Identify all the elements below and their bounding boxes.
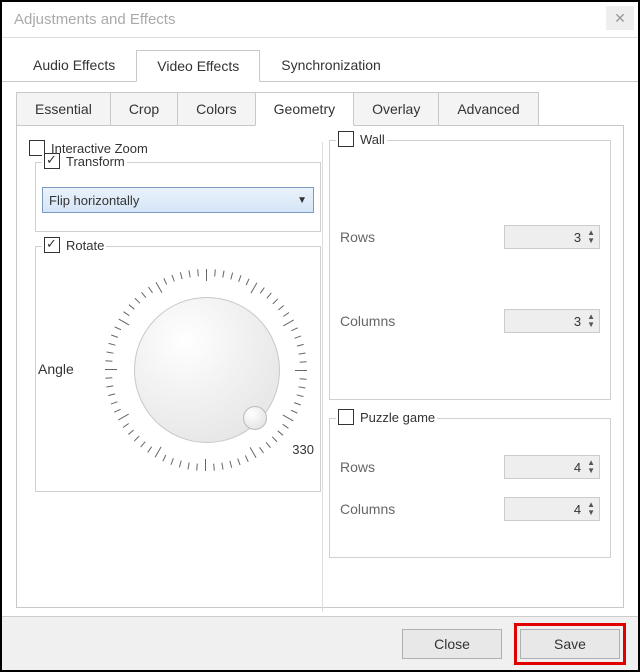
puzzle-checkbox[interactable]: [338, 409, 354, 425]
transform-selected: Flip horizontally: [49, 193, 139, 208]
tab-geometry[interactable]: Geometry: [255, 92, 354, 126]
wall-rows-label: Rows: [340, 229, 375, 245]
transform-group: Transform Flip horizontally ▼: [35, 162, 321, 232]
puzzle-rows-label: Rows: [340, 459, 375, 475]
tab-crop[interactable]: Crop: [110, 92, 178, 125]
window-close-button[interactable]: ✕: [606, 6, 634, 30]
spinner-down-icon: ▼: [587, 509, 595, 517]
sub-tabs: Essential Crop Colors Geometry Overlay A…: [16, 92, 624, 126]
wall-label: Wall: [360, 132, 385, 147]
puzzle-label: Puzzle game: [360, 410, 435, 425]
rotate-dial[interactable]: 330: [102, 265, 312, 475]
angle-label: Angle: [38, 361, 74, 377]
tab-video-effects[interactable]: Video Effects: [136, 50, 260, 82]
puzzle-group: Puzzle game Rows 4 ▲▼ Columns 4 ▲▼: [329, 418, 611, 558]
chevron-down-icon: ▼: [297, 195, 307, 206]
rotate-checkbox[interactable]: [44, 237, 60, 253]
tab-colors[interactable]: Colors: [177, 92, 255, 125]
wall-group: Wall Rows 3 ▲▼ Columns 3 ▲▼: [329, 140, 611, 400]
tab-advanced[interactable]: Advanced: [438, 92, 538, 125]
wall-rows-spinner[interactable]: 3 ▲▼: [504, 225, 600, 249]
titlebar: Adjustments and Effects ✕: [2, 2, 638, 38]
save-button[interactable]: Save: [520, 629, 620, 659]
spinner-down-icon: ▼: [587, 321, 595, 329]
close-button[interactable]: Close: [402, 629, 502, 659]
puzzle-rows-spinner[interactable]: 4 ▲▼: [504, 455, 600, 479]
rotate-group: Rotate Angle 330: [35, 246, 321, 492]
tab-audio-effects[interactable]: Audio Effects: [12, 49, 136, 81]
tab-overlay[interactable]: Overlay: [353, 92, 439, 125]
tab-synchronization[interactable]: Synchronization: [260, 49, 402, 81]
tab-essential[interactable]: Essential: [16, 92, 111, 125]
rotate-value-label: 330: [292, 442, 314, 457]
puzzle-rows-value: 4: [574, 460, 581, 475]
window-title: Adjustments and Effects: [14, 11, 175, 28]
vertical-separator: [322, 142, 323, 612]
wall-rows-value: 3: [574, 230, 581, 245]
rotate-label: Rotate: [66, 238, 104, 253]
main-tabs: Audio Effects Video Effects Synchronizat…: [2, 38, 638, 82]
spinner-down-icon: ▼: [587, 467, 595, 475]
geometry-panel: Interactive Zoom Transform Flip horizont…: [16, 126, 624, 608]
puzzle-columns-label: Columns: [340, 501, 395, 517]
transform-label: Transform: [66, 154, 125, 169]
footer: Close Save: [2, 616, 638, 670]
puzzle-columns-spinner[interactable]: 4 ▲▼: [504, 497, 600, 521]
wall-columns-spinner[interactable]: 3 ▲▼: [504, 309, 600, 333]
puzzle-columns-value: 4: [574, 502, 581, 517]
wall-columns-label: Columns: [340, 313, 395, 329]
dial-knob-icon: [243, 406, 267, 430]
transform-dropdown[interactable]: Flip horizontally ▼: [42, 187, 314, 213]
wall-columns-value: 3: [574, 314, 581, 329]
transform-checkbox[interactable]: [44, 153, 60, 169]
save-highlight: Save: [514, 623, 626, 665]
wall-checkbox[interactable]: [338, 131, 354, 147]
spinner-down-icon: ▼: [587, 237, 595, 245]
